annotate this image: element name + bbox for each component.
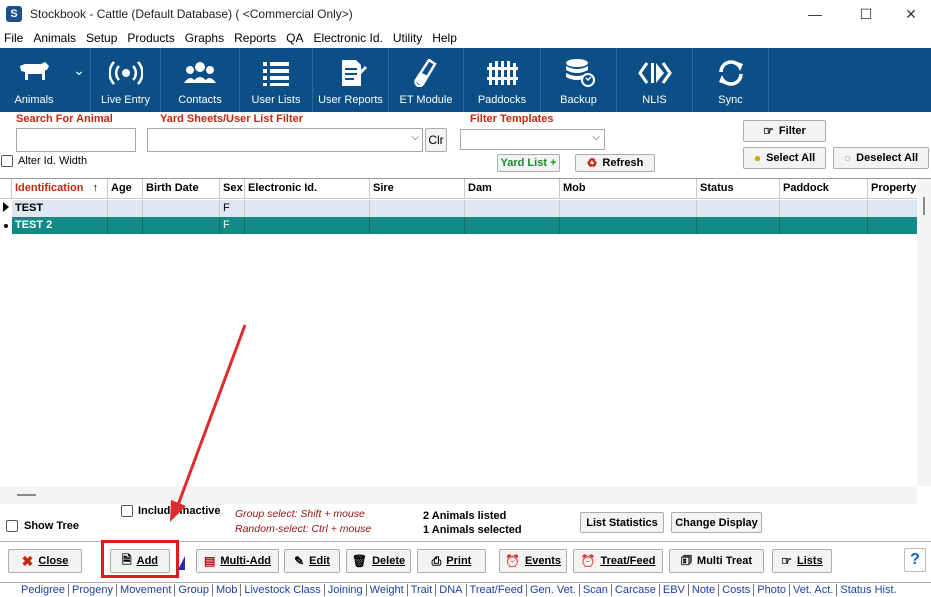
tab-gen-vet[interactable]: Gen. Vet.: [527, 584, 580, 596]
tab-joining[interactable]: Joining: [325, 584, 367, 596]
tab-vet-act[interactable]: Vet. Act.: [790, 584, 838, 596]
tab-mob[interactable]: Mob: [213, 584, 242, 596]
tab-photo[interactable]: Photo: [754, 584, 790, 596]
tab-livestock-class[interactable]: Livestock Class: [241, 584, 325, 596]
tab-dna[interactable]: DNA: [436, 584, 467, 596]
tab-note[interactable]: Note: [689, 584, 720, 596]
tab-status-hist[interactable]: Status Hist.: [837, 584, 899, 596]
tab-costs[interactable]: Costs: [719, 584, 755, 596]
detail-tabs: Pedigree Progeny Movement Group Mob Live…: [0, 582, 931, 597]
tab-ebv[interactable]: EBV: [660, 584, 689, 596]
tab-scan[interactable]: Scan: [580, 584, 612, 596]
tab-treat-feed[interactable]: Treat/Feed: [467, 584, 527, 596]
tab-progeny[interactable]: Progeny: [69, 584, 118, 596]
annotation-arrow: [170, 324, 247, 522]
tab-pedigree[interactable]: Pedigree: [18, 584, 70, 596]
tab-carcase[interactable]: Carcase: [612, 584, 660, 596]
tab-movement[interactable]: Movement: [117, 584, 176, 596]
tab-trait[interactable]: Trait: [408, 584, 437, 596]
tab-group[interactable]: Group: [175, 584, 213, 596]
tab-weight[interactable]: Weight: [367, 584, 408, 596]
